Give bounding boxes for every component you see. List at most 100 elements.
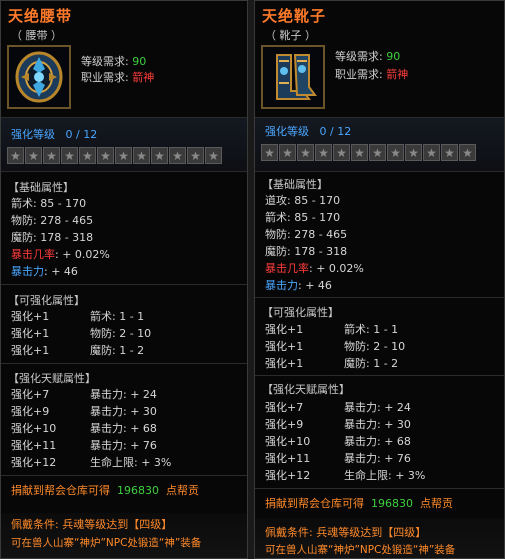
base-attribute-row: 道攻: 85 - 170 — [265, 194, 341, 207]
talent-attribute-value: 暴击力: + 76 — [344, 452, 411, 465]
enhance-level-label: 强化+1 — [265, 323, 304, 336]
enhance-star-icon: ★ — [297, 144, 314, 161]
enhance-star-icon: ★ — [261, 144, 278, 161]
base-attribute-row: 暴击力: + 46 — [265, 279, 332, 292]
enhance-star-icon: ★ — [115, 147, 132, 164]
level-requirement: 等级需求: 90 — [335, 50, 401, 63]
divider — [1, 171, 247, 172]
enhance-star-icon: ★ — [25, 147, 42, 164]
divider — [255, 171, 504, 172]
item-title: 天绝靴子 — [262, 7, 327, 25]
class-requirement: 职业需求: 箭神 — [335, 68, 409, 81]
enhance-star-icon: ★ — [151, 147, 168, 164]
enhance-star-icon: ★ — [459, 144, 476, 161]
enhance-star-icon: ★ — [7, 147, 24, 164]
talent-attribute-value: 暴击力: + 76 — [90, 439, 157, 452]
enhance-level-label: 强化+1 — [265, 357, 304, 370]
enhance-star-icon: ★ — [333, 144, 350, 161]
enhance-stars: ★ ★ ★ ★ ★ ★ ★ ★ ★ ★ ★ ★ — [261, 144, 476, 161]
talent-attribute-value: 暴击力: + 30 — [90, 405, 157, 418]
enhance-star-icon: ★ — [187, 147, 204, 164]
enhance-attribute-value: 箭术: 1 - 1 — [90, 310, 145, 323]
talent-attribute-value: 暴击力: + 68 — [344, 435, 411, 448]
divider — [1, 284, 247, 285]
base-attribute-row: 物防: 278 - 465 — [11, 214, 94, 227]
enhance-level-label: 强化+1 — [11, 344, 50, 357]
enhance-star-icon: ★ — [387, 144, 404, 161]
donate-line: 捐献到帮会仓库可得 196830 点帮贡 — [11, 484, 199, 497]
talent-level-label: 强化+11 — [11, 439, 57, 452]
base-attribute-row: 箭术: 85 - 170 — [265, 211, 341, 224]
talent-attribute-value: 暴击力: + 24 — [344, 401, 411, 414]
talent-attributes-header: 【强化天赋属性】 — [262, 383, 350, 396]
base-attribute-row: 暴击几率: + 0.02% — [265, 262, 364, 275]
boots-icon — [261, 45, 325, 109]
belt-icon — [7, 45, 71, 109]
item-title: 天绝腰带 — [8, 7, 73, 25]
base-attribute-row: 魔防: 178 - 318 — [265, 245, 348, 258]
enhance-level-label: 强化+1 — [11, 327, 50, 340]
enhance-attribute-value: 物防: 2 - 10 — [90, 327, 152, 340]
enhance-star-icon: ★ — [43, 147, 60, 164]
divider — [255, 488, 504, 489]
talent-level-label: 强化+10 — [11, 422, 57, 435]
wear-condition: 佩戴条件: 兵魂等级达到【四级】 — [11, 518, 173, 531]
enhance-attribute-value: 魔防: 1 - 2 — [90, 344, 145, 357]
enhance-star-icon: ★ — [441, 144, 458, 161]
talent-attribute-value: 生命上限: + 3% — [90, 456, 172, 469]
base-attribute-row: 物防: 278 - 465 — [265, 228, 348, 241]
wear-condition: 佩戴条件: 兵魂等级达到【四级】 — [265, 526, 427, 539]
talent-level-label: 强化+12 — [265, 469, 311, 482]
talent-attribute-value: 生命上限: + 3% — [344, 469, 426, 482]
enhance-level-label: 强化+1 — [265, 340, 304, 353]
class-requirement: 职业需求: 箭神 — [81, 71, 155, 84]
item-type: （ 腰带 ） — [11, 29, 62, 42]
enhance-level: 强化等级 0 / 12 — [265, 125, 352, 138]
enhance-star-icon: ★ — [169, 147, 186, 164]
item-tooltip-belt: 天绝腰带 （ 腰带 ） 等级需求: 90 职业需求: 箭神 强化等级 0 / 1… — [0, 0, 248, 559]
item-tooltip-boots: 天绝靴子 （ 靴子 ） 等级需求: 90 职业需求: 箭神 强化等级 0 / 1… — [254, 0, 505, 559]
enhance-attribute-value: 箭术: 1 - 1 — [344, 323, 399, 336]
divider — [1, 363, 247, 364]
base-attribute-row: 暴击力: + 46 — [11, 265, 78, 278]
enhance-star-icon: ★ — [133, 147, 150, 164]
enhance-star-icon: ★ — [423, 144, 440, 161]
enhance-attribute-value: 魔防: 1 - 2 — [344, 357, 399, 370]
base-attribute-row: 箭术: 85 - 170 — [11, 197, 87, 210]
enhance-star-icon: ★ — [405, 144, 422, 161]
enhance-star-icon: ★ — [279, 144, 296, 161]
divider — [255, 297, 504, 298]
enhance-attribute-value: 物防: 2 - 10 — [344, 340, 406, 353]
enhance-star-icon: ★ — [315, 144, 332, 161]
enhance-star-icon: ★ — [79, 147, 96, 164]
divider — [255, 375, 504, 376]
talent-attribute-value: 暴击力: + 30 — [344, 418, 411, 431]
enhance-star-icon: ★ — [205, 147, 222, 164]
talent-level-label: 强化+11 — [265, 452, 311, 465]
enhance-level: 强化等级 0 / 12 — [11, 128, 98, 141]
talent-level-label: 强化+12 — [11, 456, 57, 469]
talent-level-label: 强化+10 — [265, 435, 311, 448]
base-attributes-header: 【基础属性】 — [262, 178, 328, 191]
enhance-stars: ★ ★ ★ ★ ★ ★ ★ ★ ★ ★ ★ ★ — [7, 147, 222, 164]
divider — [1, 475, 247, 476]
enhanceable-attributes-header: 【可强化属性】 — [8, 294, 85, 307]
forge-note: 可在兽人山寨“神炉”NPC处锻造“神”装备 — [265, 544, 456, 556]
enhance-star-icon: ★ — [97, 147, 114, 164]
enhanceable-attributes-header: 【可强化属性】 — [262, 306, 339, 319]
enhance-star-icon: ★ — [369, 144, 386, 161]
donate-line: 捐献到帮会仓库可得 196830 点帮贡 — [265, 497, 453, 510]
talent-attribute-value: 暴击力: + 68 — [90, 422, 157, 435]
talent-level-label: 强化+7 — [11, 388, 50, 401]
item-type: （ 靴子 ） — [265, 29, 316, 42]
talent-level-label: 强化+9 — [265, 418, 304, 431]
talent-level-label: 强化+9 — [11, 405, 50, 418]
enhance-level-label: 强化+1 — [11, 310, 50, 323]
forge-note: 可在兽人山寨“神炉”NPC处锻造“神”装备 — [11, 537, 202, 549]
base-attribute-row: 暴击几率: + 0.02% — [11, 248, 110, 261]
level-requirement: 等级需求: 90 — [81, 55, 147, 68]
enhance-star-icon: ★ — [351, 144, 368, 161]
base-attribute-row: 魔防: 178 - 318 — [11, 231, 94, 244]
talent-attributes-header: 【强化天赋属性】 — [8, 372, 96, 385]
talent-attribute-value: 暴击力: + 24 — [90, 388, 157, 401]
